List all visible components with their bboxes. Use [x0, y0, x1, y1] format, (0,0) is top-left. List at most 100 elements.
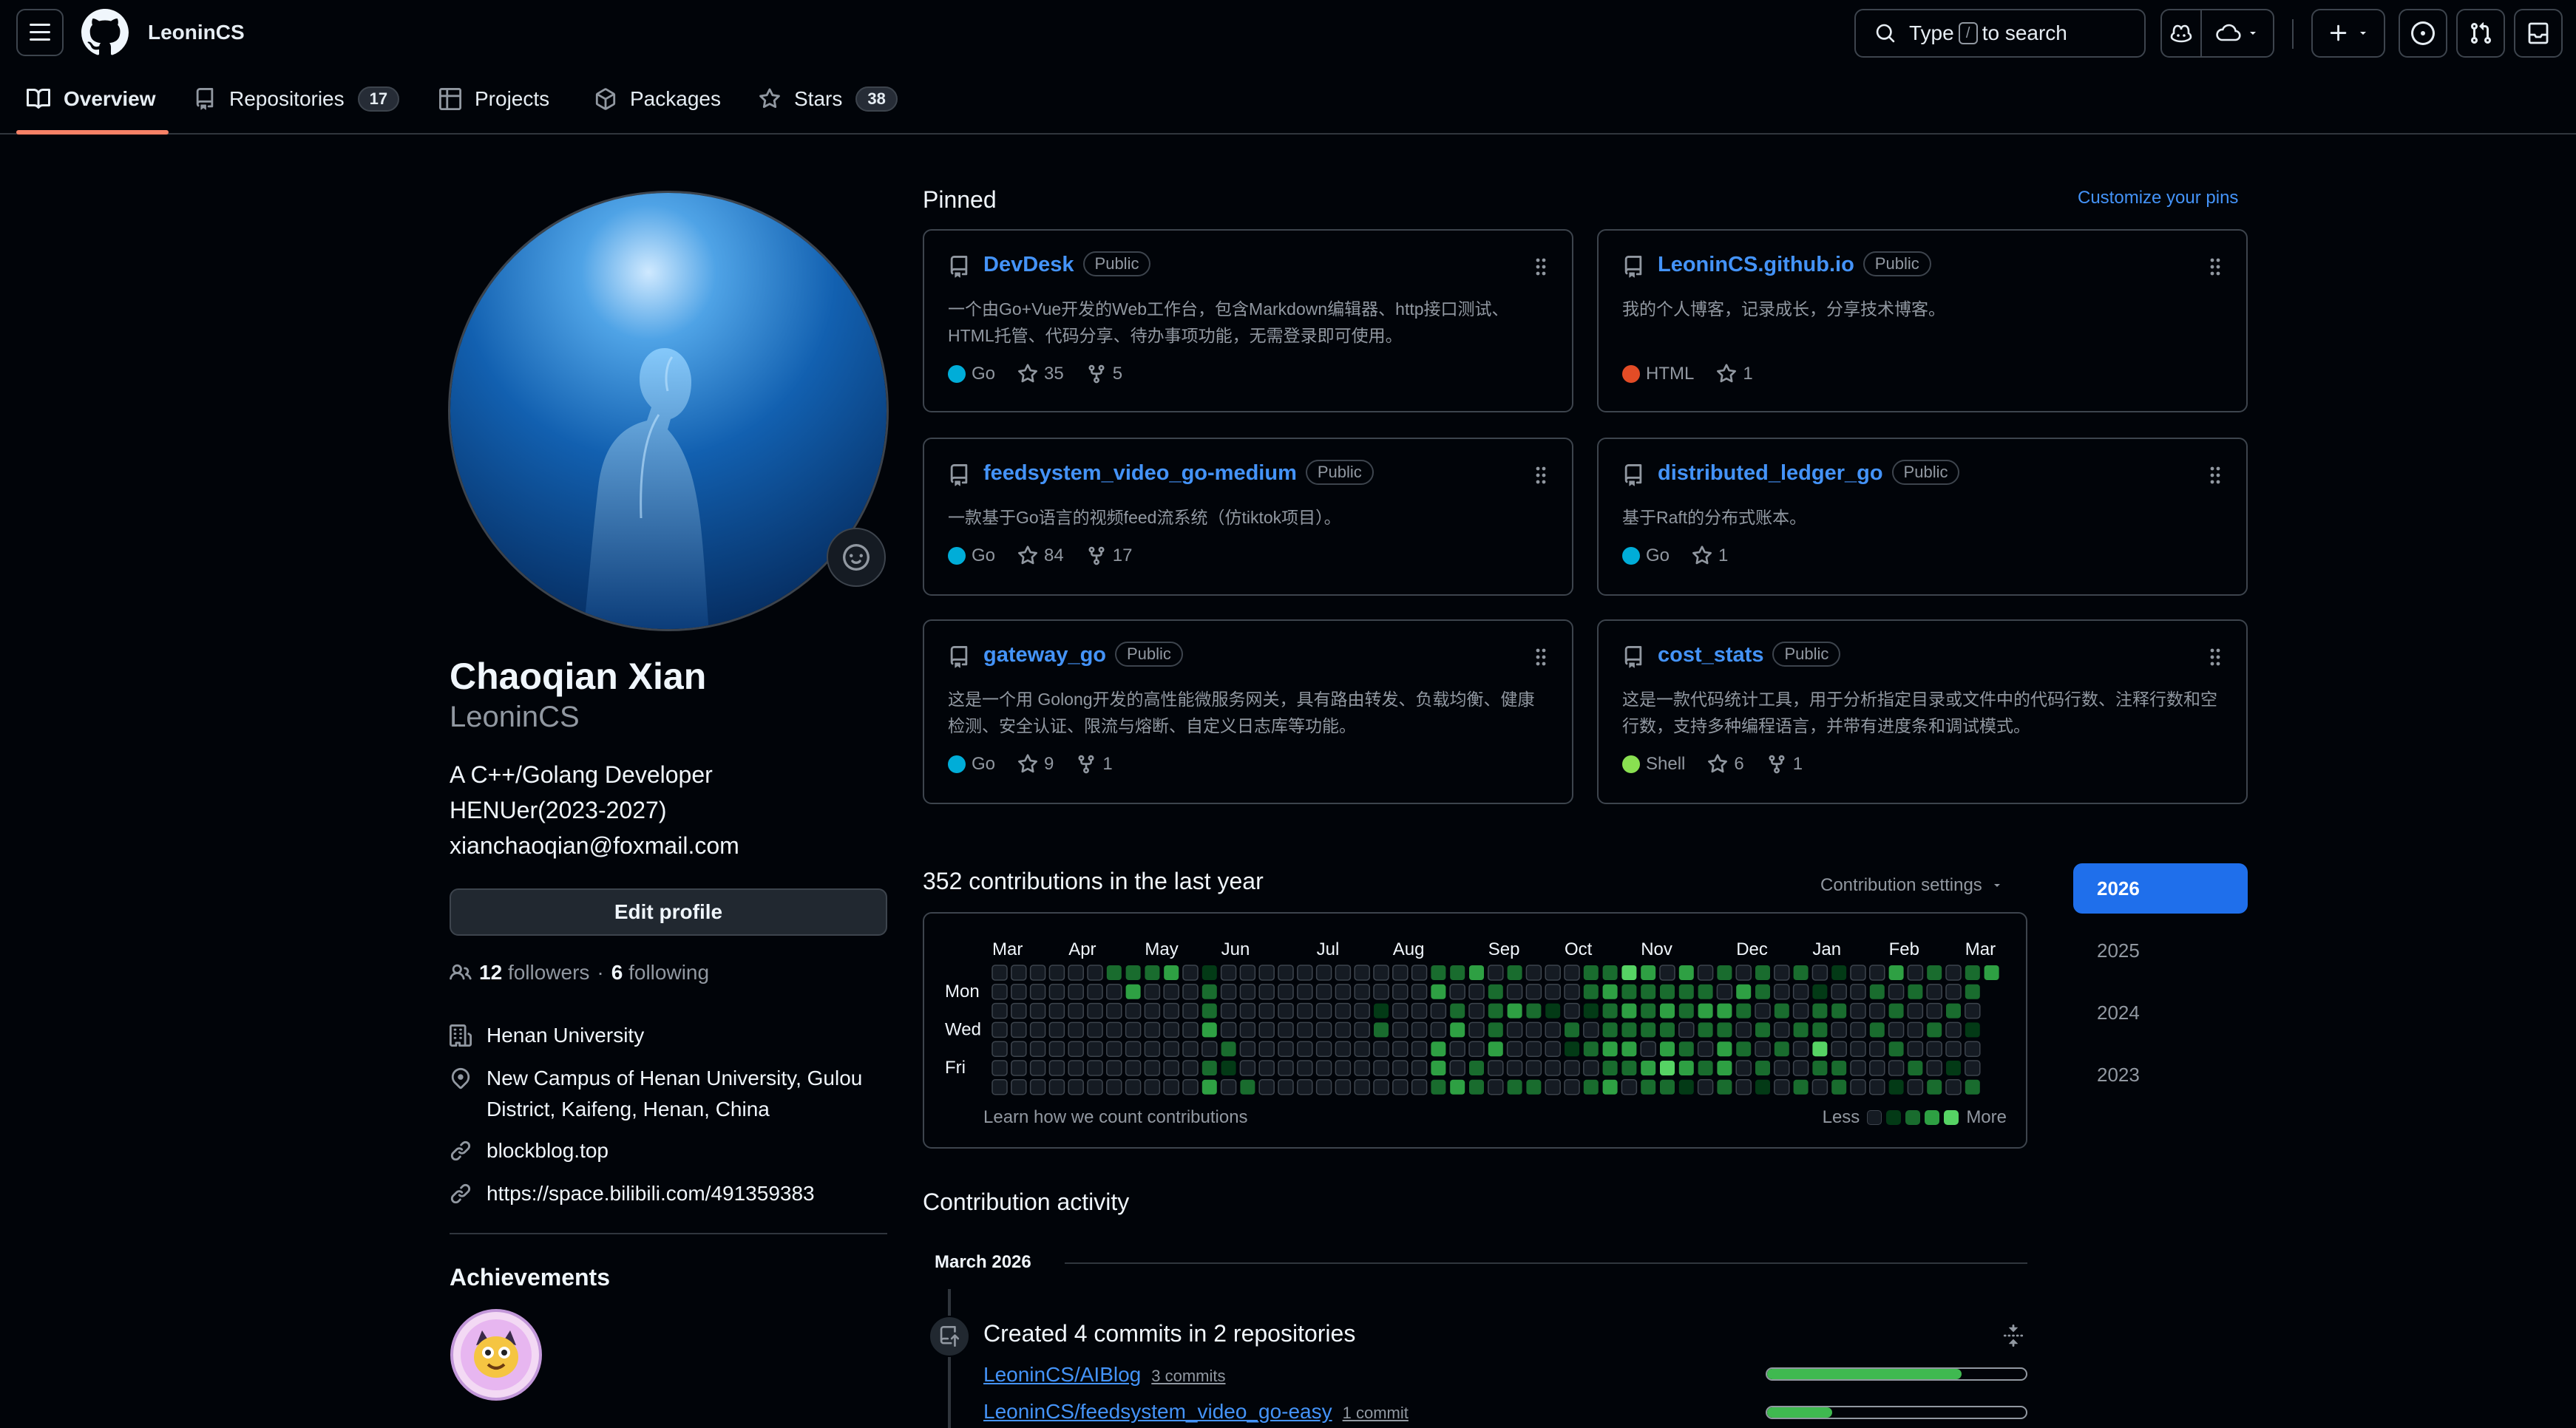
contribution-day-cell[interactable] [1774, 1079, 1790, 1095]
contribution-day-cell[interactable] [1087, 1002, 1103, 1019]
contribution-day-cell[interactable] [1565, 1041, 1579, 1057]
drag-handle-icon[interactable] [2209, 466, 2221, 485]
contribution-day-cell[interactable] [1641, 1079, 1656, 1095]
contribution-day-cell[interactable] [1926, 1002, 1942, 1019]
contribution-day-cell[interactable] [1660, 1061, 1675, 1075]
contribution-day-cell[interactable] [1621, 1061, 1637, 1075]
contribution-day-cell[interactable] [1201, 1022, 1217, 1038]
contribution-day-cell[interactable] [1488, 1079, 1504, 1095]
contribution-day-cell[interactable] [1392, 984, 1409, 1000]
contribution-day-cell[interactable] [1144, 1002, 1161, 1019]
contribution-day-cell[interactable] [1850, 965, 1866, 981]
year-2025-link[interactable]: 2025 [2073, 925, 2248, 976]
contribution-day-cell[interactable] [1888, 984, 1905, 1000]
contribution-day-cell[interactable] [1641, 1022, 1656, 1038]
copilot-dropdown-button[interactable] [2200, 9, 2274, 58]
contribution-day-cell[interactable] [1278, 1002, 1294, 1019]
contribution-day-cell[interactable] [1736, 984, 1752, 999]
blog-link[interactable]: blockblog.top [487, 1135, 609, 1166]
contribution-day-cell[interactable] [1029, 1041, 1046, 1057]
contribution-day-cell[interactable] [1565, 1022, 1579, 1038]
contribution-day-cell[interactable] [1144, 984, 1161, 1000]
customize-pins-link[interactable]: Customize your pins [2078, 188, 2238, 208]
contribution-day-cell[interactable] [1106, 965, 1122, 980]
stargazers-link[interactable]: 84 [1017, 545, 1064, 566]
contribution-day-cell[interactable] [1431, 1079, 1446, 1095]
contribution-day-cell[interactable] [1239, 1060, 1256, 1076]
contribution-day-cell[interactable] [1011, 984, 1027, 1000]
contribution-day-cell[interactable] [992, 1041, 1008, 1057]
contribution-day-cell[interactable] [1850, 1021, 1866, 1038]
contribution-day-cell[interactable] [1373, 1041, 1389, 1057]
contribution-day-cell[interactable] [1182, 984, 1199, 1000]
contribution-day-cell[interactable] [1945, 1021, 1962, 1038]
contribution-day-cell[interactable] [1602, 1061, 1618, 1075]
contribution-day-cell[interactable] [1468, 984, 1485, 1000]
contribution-day-cell[interactable] [1641, 1003, 1656, 1019]
pull-requests-button[interactable] [2456, 9, 2505, 58]
contribution-day-cell[interactable] [1258, 1002, 1275, 1019]
contribution-day-cell[interactable] [1011, 1002, 1027, 1019]
contribution-day-cell[interactable] [1411, 1041, 1428, 1057]
contribution-day-cell[interactable] [1220, 965, 1237, 981]
contribution-day-cell[interactable] [1583, 965, 1599, 980]
contribution-day-cell[interactable] [1850, 1002, 1866, 1019]
contribution-day-cell[interactable] [1469, 965, 1484, 980]
repo-name-link[interactable]: DevDesk [983, 253, 1074, 276]
forks-link[interactable]: 5 [1086, 364, 1122, 384]
stargazers-link[interactable]: 1 [1716, 364, 1753, 384]
set-status-button[interactable] [827, 528, 886, 587]
contribution-day-cell[interactable] [1125, 1021, 1142, 1038]
contribution-day-cell[interactable] [1926, 1060, 1942, 1076]
contribution-day-cell[interactable] [1545, 1041, 1561, 1057]
contribution-day-cell[interactable] [1450, 965, 1465, 980]
contribution-day-cell[interactable] [1831, 1003, 1847, 1019]
contribution-day-cell[interactable] [1125, 984, 1141, 999]
contribution-day-cell[interactable] [1239, 984, 1256, 1000]
contribution-day-cell[interactable] [1430, 1021, 1447, 1038]
repo-name-link[interactable]: feedsystem_video_go-medium [983, 461, 1297, 485]
bilibili-link[interactable]: https://space.bilibili.com/491359383 [487, 1178, 815, 1209]
contribution-day-cell[interactable] [1315, 1041, 1332, 1057]
contribution-day-cell[interactable] [1907, 965, 1924, 981]
contribution-day-cell[interactable] [1125, 965, 1141, 980]
tab-repositories[interactable]: Repositories 17 [194, 81, 400, 117]
contribution-day-cell[interactable] [1488, 1022, 1503, 1038]
contribution-day-cell[interactable] [1278, 1079, 1294, 1095]
contribution-day-cell[interactable] [1297, 984, 1313, 1000]
contribution-day-cell[interactable] [1831, 984, 1847, 1000]
contribution-day-cell[interactable] [1755, 1041, 1771, 1057]
contribution-day-cell[interactable] [1812, 1022, 1828, 1038]
contribution-day-cell[interactable] [1163, 984, 1179, 1000]
contribution-day-cell[interactable] [1392, 1060, 1409, 1076]
contribution-day-cell[interactable] [1660, 1022, 1675, 1038]
contribution-day-cell[interactable] [1660, 1041, 1675, 1057]
contribution-day-cell[interactable] [1411, 1002, 1428, 1019]
contribution-day-cell[interactable] [1201, 1041, 1218, 1057]
contribution-day-cell[interactable] [1659, 965, 1675, 981]
contribution-day-cell[interactable] [1029, 984, 1046, 1000]
contribution-day-cell[interactable] [1564, 1060, 1580, 1076]
activity-commits-link[interactable]: 3 commits [1151, 1367, 1225, 1386]
contribution-day-cell[interactable] [1201, 965, 1217, 980]
contribution-day-cell[interactable] [1258, 1041, 1275, 1057]
contribution-day-cell[interactable] [1411, 1060, 1428, 1076]
contribution-day-cell[interactable] [1431, 1061, 1446, 1075]
contribution-day-cell[interactable] [1545, 1021, 1561, 1038]
contribution-day-cell[interactable] [1297, 1021, 1313, 1038]
contribution-day-cell[interactable] [1163, 1060, 1179, 1076]
contribution-day-cell[interactable] [1621, 1079, 1638, 1095]
contribution-day-cell[interactable] [1927, 1022, 1942, 1038]
contribution-day-cell[interactable] [1564, 984, 1580, 1000]
contribution-day-cell[interactable] [1335, 965, 1352, 981]
contribution-day-cell[interactable] [1468, 1021, 1485, 1038]
contribution-day-cell[interactable] [1450, 1003, 1465, 1019]
contribution-day-cell[interactable] [1602, 984, 1618, 999]
contribution-day-cell[interactable] [1545, 1060, 1561, 1076]
contribution-day-cell[interactable] [1678, 984, 1694, 999]
drag-handle-icon[interactable] [1535, 257, 1547, 276]
contribution-day-cell[interactable] [1945, 1041, 1962, 1057]
edit-profile-button[interactable]: Edit profile [450, 888, 887, 936]
contribution-day-cell[interactable] [1163, 1041, 1179, 1057]
contribution-day-cell[interactable] [1450, 1022, 1465, 1038]
